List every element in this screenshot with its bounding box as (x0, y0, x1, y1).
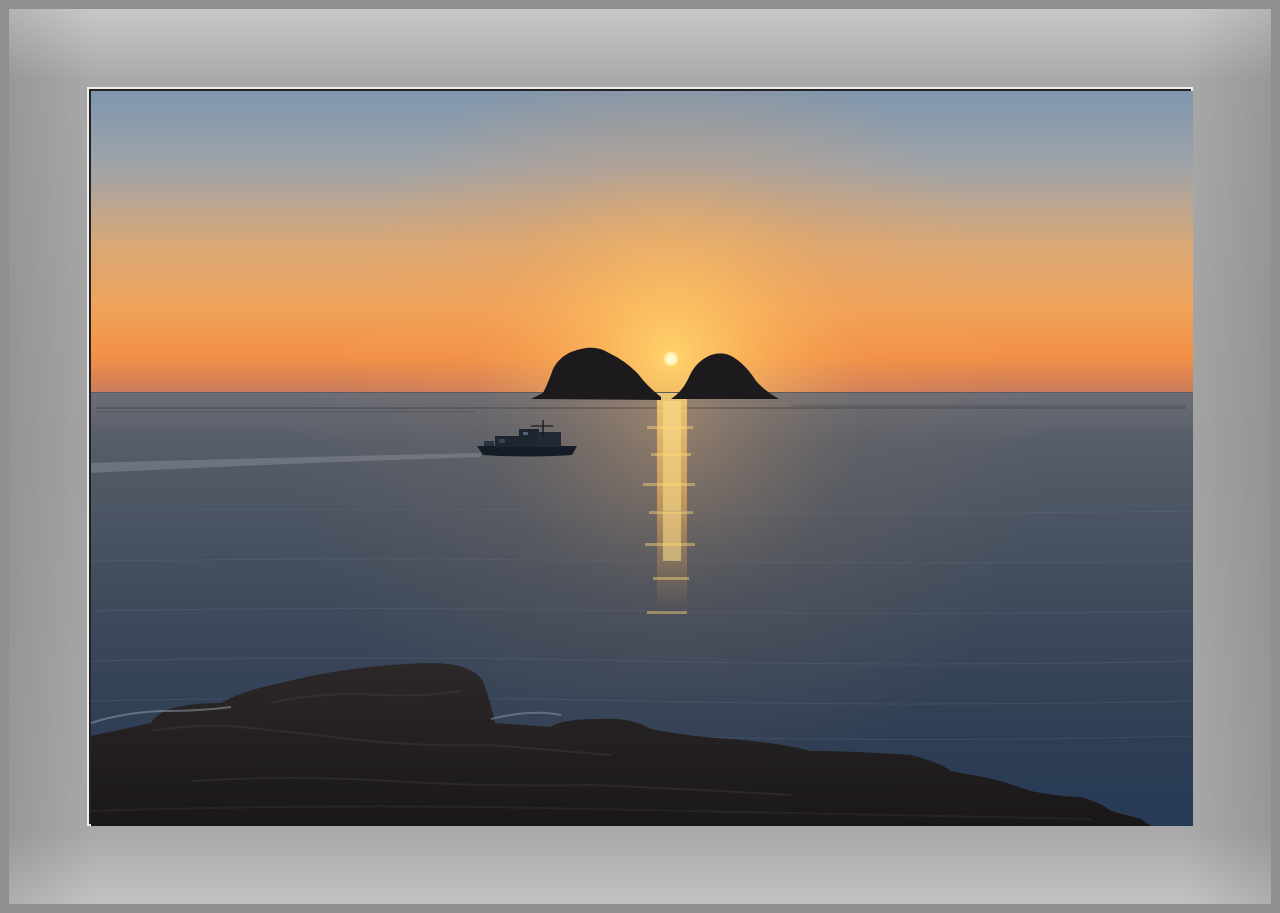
photo-border (87, 87, 1193, 826)
photo-frame (0, 0, 1280, 913)
sunset-glow (91, 91, 1193, 393)
sunset-photo (91, 91, 1193, 826)
sunset-scene (91, 91, 1193, 826)
sun (663, 351, 679, 367)
